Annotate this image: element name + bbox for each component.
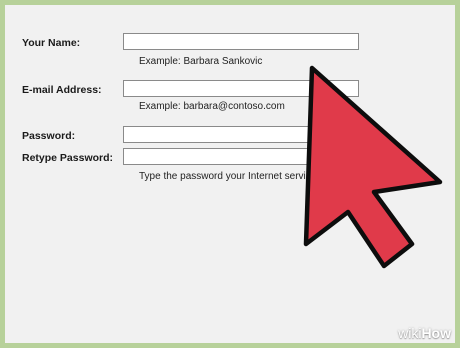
watermark-how-text: How xyxy=(421,325,451,341)
wikihow-watermark: wikiHow xyxy=(398,325,451,341)
cursor-arrow-icon xyxy=(303,65,443,269)
watermark-wiki-text: wiki xyxy=(398,325,422,341)
